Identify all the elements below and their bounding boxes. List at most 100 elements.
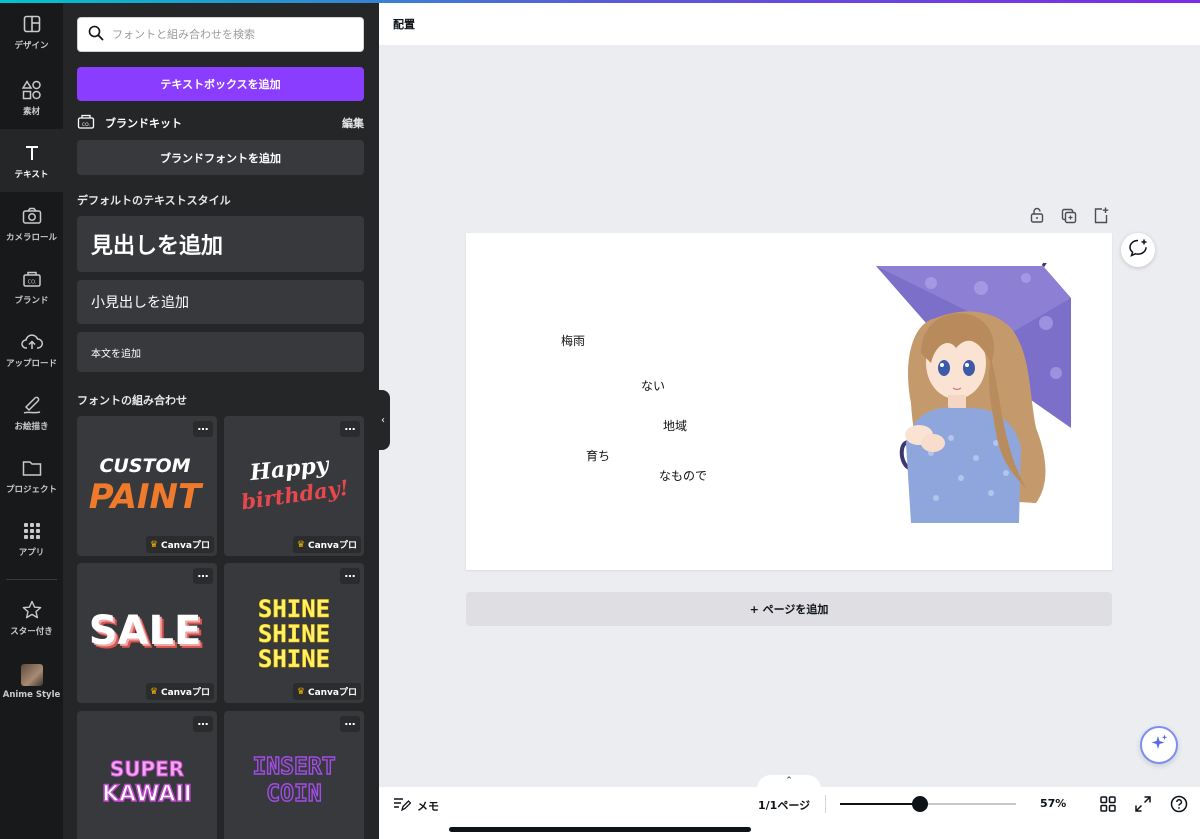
tile-text: PAINT — [89, 477, 204, 517]
rail-item-starred[interactable]: スター付き — [0, 586, 63, 649]
rail-item-anime-style[interactable]: Anime Style — [0, 650, 63, 713]
lock-icon[interactable] — [1029, 206, 1045, 224]
layout-icon — [21, 13, 43, 35]
text-panel: テキストボックスを追加 CO. ブランドキット 編集 ブランドフォントを追加 デ… — [63, 0, 379, 839]
rail-item-elements[interactable]: 素材 — [0, 66, 63, 129]
rail-label: アップロード — [5, 358, 57, 369]
camera-icon — [21, 205, 43, 227]
notes-icon — [393, 796, 412, 815]
rail-item-text[interactable]: テキスト — [0, 129, 63, 192]
more-options-button[interactable]: … — [193, 568, 213, 584]
tile-text: SHINE — [258, 645, 330, 673]
page-indicator[interactable]: 1/1ページ — [758, 797, 810, 813]
grid-view-icon[interactable] — [1099, 795, 1117, 813]
add-page-button[interactable]: + ページを追加 — [466, 592, 1112, 626]
notes-label: メモ — [417, 799, 439, 813]
rail-label: プロジェクト — [5, 484, 57, 495]
rail-item-upload[interactable]: アップロード — [0, 318, 63, 381]
rail-item-projects[interactable]: プロジェクト — [0, 444, 63, 507]
left-rail: デザイン 素材 テキスト カメラロール CO. ブランド アップロード お絵描き… — [0, 0, 63, 839]
font-combo-super-kawaii[interactable]: SUPER KAWAII … — [77, 711, 217, 839]
sparkle-icon — [1149, 733, 1169, 757]
help-icon[interactable] — [1170, 795, 1188, 813]
more-options-button[interactable]: … — [193, 421, 213, 437]
pro-badge: ♛ Canvaプロ — [145, 683, 214, 700]
text-icon — [21, 142, 43, 164]
add-heading-button[interactable]: 見出しを追加 — [77, 216, 364, 272]
crown-icon: ♛ — [149, 686, 158, 697]
add-subheading-button[interactable]: 小見出しを追加 — [77, 280, 364, 324]
add-page-icon[interactable] — [1093, 206, 1109, 224]
comment-plus-icon — [1128, 238, 1148, 262]
more-options-button[interactable]: … — [340, 716, 360, 732]
heading-label: 見出しを追加 — [91, 234, 224, 259]
design-page[interactable]: 梅雨 ない 地域 育ち なもので — [466, 233, 1112, 570]
draw-icon — [21, 394, 43, 416]
shine-artwork: SHINE SHINE SHINE — [258, 595, 331, 674]
search-box[interactable] — [77, 17, 364, 52]
add-textbox-button[interactable]: テキストボックスを追加 — [77, 67, 364, 101]
tile-text: COIN — [266, 781, 321, 807]
rail-label: アプリ — [18, 547, 45, 558]
arrange-button[interactable]: 配置 — [393, 16, 415, 32]
svg-text:CO.: CO. — [82, 122, 90, 128]
font-combo-happy-birthday[interactable]: Happy birthday! … ♛ Canvaプロ — [224, 416, 364, 556]
add-body-button[interactable]: 本文を追加 — [77, 332, 364, 372]
tile-text: CUSTOM — [99, 455, 190, 477]
rail-item-apps[interactable]: アプリ — [0, 507, 63, 570]
zoom-slider[interactable] — [840, 796, 1016, 812]
rail-item-draw[interactable]: お絵描き — [0, 381, 63, 444]
subheading-label: 小見出しを追加 — [91, 295, 189, 311]
rail-label: Anime Style — [2, 689, 61, 700]
canvas-text[interactable]: 梅雨 — [561, 332, 585, 349]
expand-pages-tab[interactable]: ⌃ — [757, 775, 821, 791]
upload-icon — [20, 331, 43, 353]
add-comment-button[interactable] — [1121, 233, 1155, 267]
add-brand-font-button[interactable]: ブランドフォントを追加 — [77, 140, 364, 175]
rail-label: テキスト — [14, 169, 49, 180]
happy-birthday-artwork: Happy birthday! — [240, 452, 351, 515]
chevron-up-icon: ⌃ — [785, 776, 793, 786]
rail-item-brand[interactable]: CO. ブランド — [0, 255, 63, 318]
bottom-divider — [825, 795, 826, 813]
font-combo-insert-coin[interactable]: INSERT COIN … — [224, 711, 364, 839]
body-label: 本文を追加 — [91, 348, 141, 360]
canvas-text[interactable]: 地域 — [663, 417, 687, 434]
brandkit-row: CO. ブランドキット 編集 — [77, 111, 364, 135]
fullscreen-icon[interactable] — [1134, 795, 1152, 813]
anime-girl-umbrella-illustration[interactable] — [851, 263, 1081, 533]
zoom-percentage[interactable]: 57% — [1040, 797, 1066, 810]
brand-icon: CO. — [21, 268, 43, 290]
rail-label: お絵描き — [14, 421, 49, 432]
rail-item-camera-roll[interactable]: カメラロール — [0, 192, 63, 255]
collapse-panel-handle[interactable]: ‹ — [376, 390, 390, 450]
custom-paint-artwork: CUSTOM PAINT — [89, 455, 204, 517]
tile-text: SUPER — [110, 757, 184, 781]
rail-label: ブランド — [14, 295, 49, 306]
more-options-button[interactable]: … — [193, 716, 213, 732]
avatar — [20, 663, 43, 686]
crown-icon: ♛ — [296, 539, 305, 550]
magic-assistant-button[interactable] — [1140, 726, 1178, 764]
star-icon — [21, 599, 43, 621]
brandkit-edit-link[interactable]: 編集 — [342, 115, 364, 131]
pro-badge: ♛ Canvaプロ — [292, 536, 361, 553]
notes-button[interactable]: メモ — [393, 796, 439, 815]
canvas-text[interactable]: 育ち — [586, 447, 610, 464]
default-styles-title: デフォルトのテキストスタイル — [77, 194, 231, 207]
shapes-icon — [21, 79, 43, 101]
rail-label: カメラロール — [5, 232, 57, 243]
crown-icon: ♛ — [296, 686, 305, 697]
rail-item-design[interactable]: デザイン — [0, 0, 63, 63]
duplicate-page-icon[interactable] — [1061, 206, 1077, 224]
font-combo-shine[interactable]: SHINE SHINE SHINE … ♛ Canvaプロ — [224, 563, 364, 703]
canvas-text[interactable]: ない — [641, 377, 665, 394]
top-accent-line — [0, 0, 1200, 3]
canvas-text[interactable]: なもので — [659, 467, 707, 484]
crown-icon: ♛ — [149, 539, 158, 550]
more-options-button[interactable]: … — [340, 421, 360, 437]
search-input[interactable] — [112, 28, 352, 41]
font-combo-sale[interactable]: SALE SALE SALE … ♛ Canvaプロ — [77, 563, 217, 703]
more-options-button[interactable]: … — [340, 568, 360, 584]
font-combo-custom-paint[interactable]: CUSTOM PAINT … ♛ Canvaプロ — [77, 416, 217, 556]
